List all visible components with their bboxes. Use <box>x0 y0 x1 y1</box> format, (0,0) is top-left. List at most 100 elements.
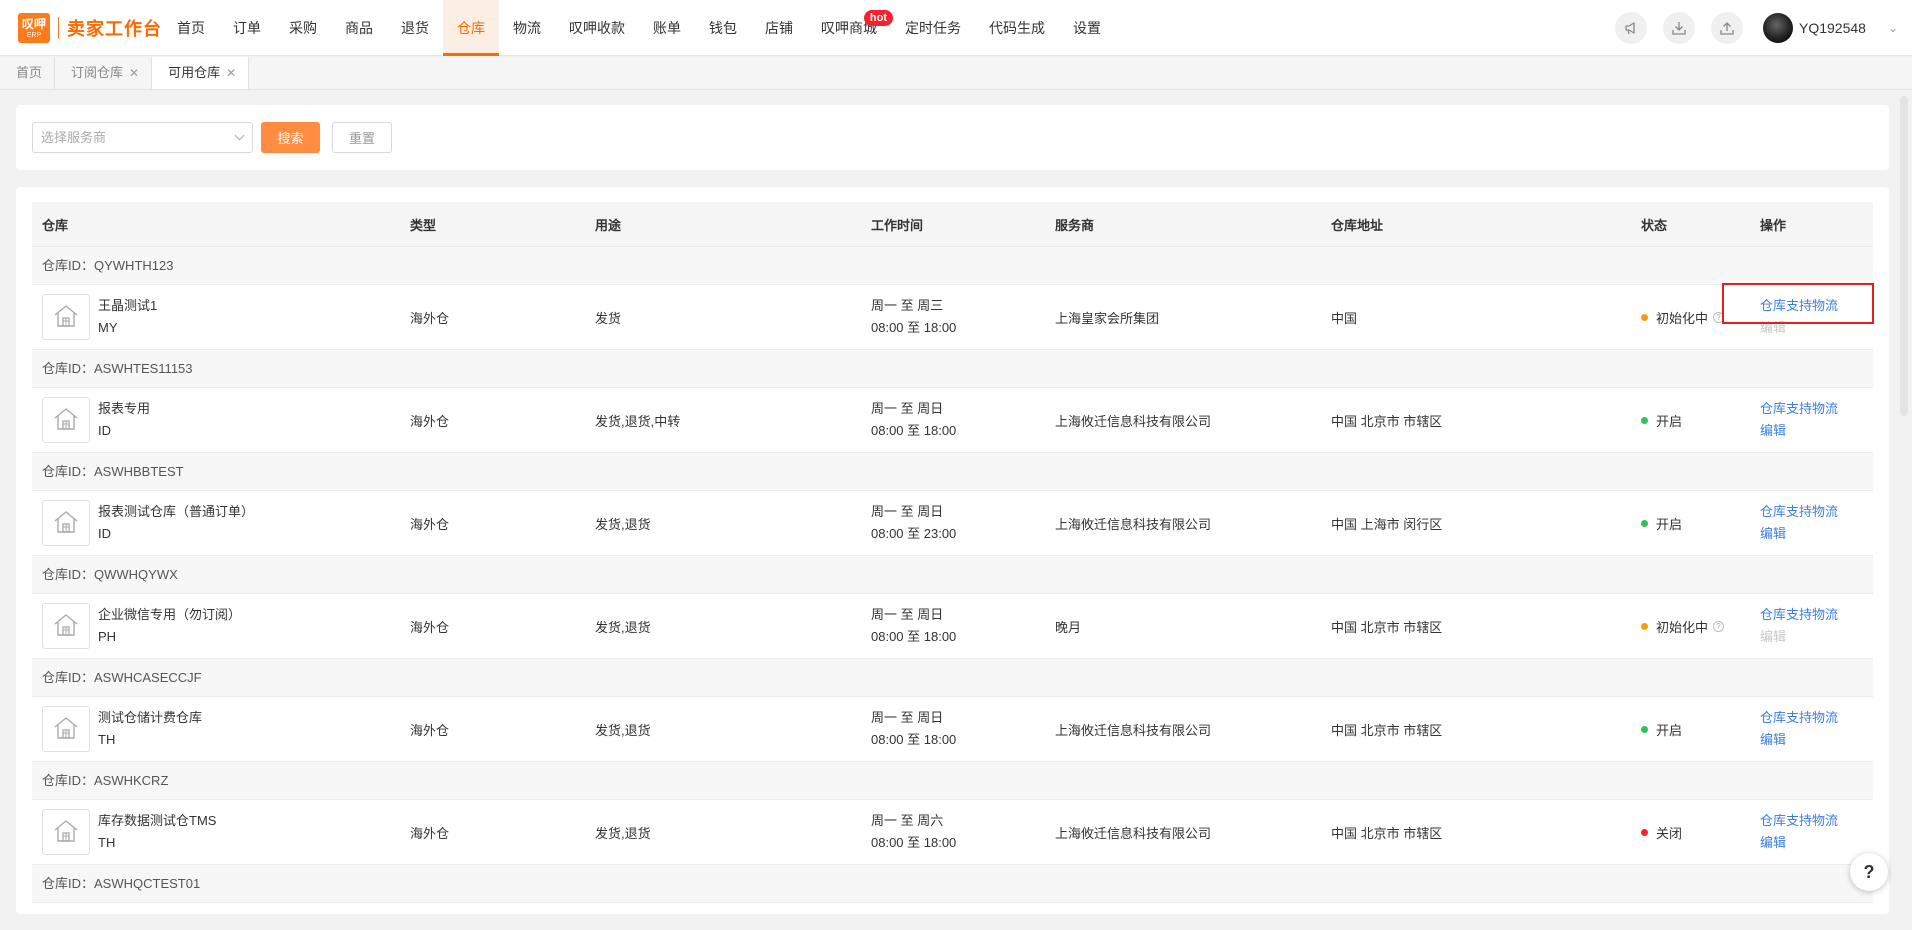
page-tab[interactable]: 首页 <box>0 57 56 89</box>
warehouse-logistics-link[interactable]: 仓库支持物流 <box>1760 810 1873 832</box>
reset-button[interactable]: 重置 <box>332 122 392 153</box>
brand-logo[interactable]: 叹呷 ERP 卖家工作台 <box>18 13 162 43</box>
nav-item[interactable]: 仓库 <box>443 0 499 56</box>
warehouse-info: 报表专用 ID <box>98 398 150 442</box>
warehouse-logistics-link[interactable]: 仓库支持物流 <box>1760 398 1873 420</box>
warehouse-name: 企业微信专用（勿订阅） <box>98 607 242 622</box>
work-days: 周一 至 周日 <box>871 607 944 622</box>
status-text: 开启 <box>1656 413 1683 429</box>
page-tab[interactable]: 订阅仓库 ✕ <box>55 57 153 89</box>
nav-item[interactable]: 店铺 <box>751 0 807 56</box>
warehouse-thumbnail <box>42 397 90 443</box>
upload-icon <box>1720 22 1734 35</box>
download-button[interactable] <box>1662 12 1695 44</box>
edit-link[interactable]: 编辑 <box>1760 832 1873 854</box>
warehouse-cell: 企业微信专用（勿订阅） PH <box>32 603 400 649</box>
warehouse-address: 中国 北京市 市辖区 <box>1331 825 1443 841</box>
export-button[interactable] <box>1710 12 1743 44</box>
close-icon[interactable]: ✕ <box>129 57 139 89</box>
warehouse-logistics-link[interactable]: 仓库支持物流 <box>1760 501 1873 523</box>
table-body: 仓库ID：QYWHTH123 王晶测试1 MY 海外仓 发货 周一 至 周三 08:00 至… <box>32 247 1873 914</box>
warehouse-icon <box>53 819 79 846</box>
nav-item[interactable]: 定时任务 <box>891 0 975 56</box>
status-dot <box>1641 313 1648 321</box>
table-row: 库存数据测试仓TMS TH 海外仓 发货,退货 周一 至 周六 08:00 至 18:00… <box>32 800 1873 865</box>
nav-item[interactable]: 叹呷商城 hot <box>807 0 893 56</box>
work-hours: 08:00 至 23:00 <box>871 526 957 541</box>
warehouse-country-code: TH <box>98 732 116 747</box>
username[interactable]: YQ192548 <box>1799 20 1866 36</box>
warehouse-logistics-link[interactable]: 仓库支持物流 <box>1760 604 1873 626</box>
nav-item[interactable]: 首页 <box>163 0 219 56</box>
service-provider: 上海攸迁信息科技有限公司 <box>1055 825 1212 841</box>
nav-item[interactable]: 订单 <box>219 0 275 56</box>
warehouse-country-code: MY <box>98 320 118 335</box>
warehouse-cell: 报表专用 ID <box>32 397 400 443</box>
warehouse-type: 海外仓 <box>410 825 450 841</box>
warehouse-country-code: ID <box>98 423 111 438</box>
warehouse-address: 中国 上海市 闵行区 <box>1331 516 1443 532</box>
status-dot <box>1641 725 1648 733</box>
nav-item[interactable]: 叹呷收款 <box>555 0 639 56</box>
nav-item[interactable]: 退货 <box>387 0 443 56</box>
nav-item[interactable]: 钱包 <box>695 0 751 56</box>
work-days: 周一 至 周日 <box>871 504 944 519</box>
work-days: 周一 至 周日 <box>871 401 944 416</box>
nav-item-label: 采购 <box>289 20 317 36</box>
user-avatar[interactable] <box>1762 13 1793 43</box>
warehouse-usage: 发货 <box>595 310 622 326</box>
status-dot <box>1641 828 1648 836</box>
help-button[interactable]: ? <box>1850 853 1888 891</box>
nav-item[interactable]: 代码生成 <box>975 0 1059 56</box>
megaphone-icon <box>1625 22 1635 35</box>
nav-item[interactable]: 物流 <box>499 0 555 56</box>
nav-item[interactable]: 商品 <box>331 0 387 56</box>
warehouse-icon <box>53 407 79 434</box>
search-button[interactable]: 搜索 <box>261 122 320 153</box>
nav-item-label: 仓库 <box>457 20 485 36</box>
warehouse-logistics-link[interactable]: 仓库支持物流 <box>1760 707 1873 729</box>
nav-item[interactable]: 设置 <box>1059 0 1115 56</box>
nav-item-label: 店铺 <box>765 20 793 36</box>
work-hours: 08:00 至 18:00 <box>871 835 957 850</box>
warehouse-table-panel: 仓库 类型 用途 工作时间 服务商 仓库地址 状态 操作 仓库ID：QYWHTH123 王晶测试… <box>16 187 1889 914</box>
warehouse-name: 报表专用 <box>98 401 151 416</box>
warehouse-logistics-link[interactable]: 仓库支持物流 <box>1760 295 1873 317</box>
warehouse-thumbnail <box>42 294 90 340</box>
close-icon[interactable]: ✕ <box>226 57 236 89</box>
question-icon[interactable]: ? <box>1713 620 1725 632</box>
nav-item[interactable]: 采购 <box>275 0 331 56</box>
status-text: 初始化中 <box>1656 310 1709 326</box>
status-text: 开启 <box>1656 516 1683 532</box>
work-time: 周一 至 周日 08:00 至 18:00 <box>861 604 1045 648</box>
status-cell: 开启 <box>1631 514 1750 533</box>
page-tab[interactable]: 可用仓库 ✕ <box>152 57 250 89</box>
actions-cell: 仓库支持物流 编辑 <box>1750 810 1873 854</box>
filter-panel: 选择服务商 搜索 重置 <box>16 105 1889 170</box>
column-header: 用途 <box>595 217 622 233</box>
warehouse-cell: 王晶测试1 MY <box>32 294 400 340</box>
table-row: 王晶测试1 MY 海外仓 发货 周一 至 周三 08:00 至 18:00 上海皇家会所集团… <box>32 285 1873 350</box>
status-dot <box>1641 416 1648 424</box>
warehouse-icon <box>53 716 79 743</box>
warehouse-thumbnail <box>42 809 90 855</box>
warehouse-address: 中国 北京市 市辖区 <box>1331 619 1443 635</box>
question-icon[interactable]: ? <box>1713 311 1725 323</box>
edit-link[interactable]: 编辑 <box>1760 523 1873 545</box>
chevron-down-icon <box>234 130 245 141</box>
warehouse-name: 库存数据测试仓TMS <box>98 813 217 828</box>
edit-link[interactable]: 编辑 <box>1760 420 1873 442</box>
chevron-down-icon[interactable]: ⌄ <box>1888 21 1898 35</box>
hot-badge: hot <box>863 10 893 26</box>
work-time: 周一 至 周日 08:00 至 18:00 <box>861 398 1045 442</box>
work-hours: 08:00 至 18:00 <box>871 320 957 335</box>
nav-item-label: 设置 <box>1073 20 1101 36</box>
work-time: 周一 至 周三 08:00 至 18:00 <box>861 295 1045 339</box>
work-days: 周一 至 周日 <box>871 710 944 725</box>
scrollbar[interactable] <box>1900 96 1908 416</box>
warehouse-id-row: 仓库ID：ASWHKCRZ <box>32 762 1873 800</box>
provider-select[interactable]: 选择服务商 <box>32 122 253 153</box>
edit-link[interactable]: 编辑 <box>1760 729 1873 751</box>
nav-item[interactable]: 账单 <box>639 0 695 56</box>
announcement-button[interactable] <box>1614 12 1647 44</box>
